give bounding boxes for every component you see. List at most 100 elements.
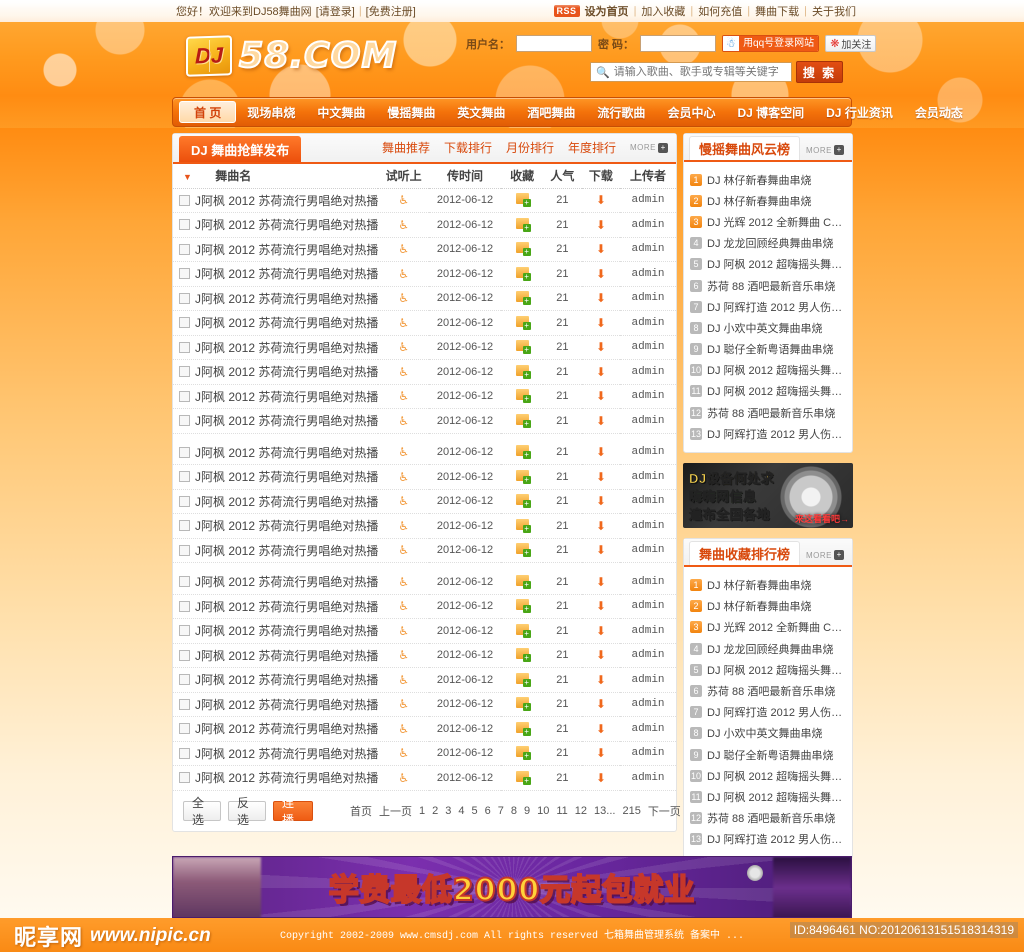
list-item[interactable]: 3 DJ 光辉 2012 全新舞曲 CLUB 串烧	[690, 617, 846, 638]
headphone-icon[interactable]: ♿	[398, 267, 409, 281]
favorite-cell[interactable]	[501, 716, 544, 742]
download-arrow-icon[interactable]: ⬇	[596, 624, 606, 638]
table-row[interactable]: J阿枫 2012 苏荷流行男唱绝对热播 ♿ 2012-06-12 21 ⬇ admin	[173, 408, 676, 434]
preview-cell[interactable]: ♿	[378, 310, 429, 336]
download-arrow-icon[interactable]: ⬇	[596, 575, 606, 589]
table-row[interactable]: J阿枫 2012 苏荷流行男唱绝对热播 ♿ 2012-06-12 21 ⬇ admin	[173, 716, 676, 742]
download-cell[interactable]: ⬇	[581, 212, 621, 238]
preview-cell[interactable]: ♿	[378, 692, 429, 717]
list-item[interactable]: 9 DJ 聪仔全新粤语舞曲串烧	[690, 744, 846, 765]
row-checkbox[interactable]	[179, 625, 190, 637]
preview-cell[interactable]: ♿	[378, 618, 429, 644]
preview-cell[interactable]: ♿	[378, 765, 429, 791]
preview-cell[interactable]: ♿	[378, 464, 429, 490]
pager-item[interactable]: 215	[622, 805, 640, 817]
nav-item-dj-blog[interactable]: DJ 博客空间	[726, 101, 815, 123]
table-row[interactable]: J阿枫 2012 苏荷流行男唱绝对热播 ♿ 2012-06-12 21 ⬇ admin	[173, 359, 676, 385]
col-download[interactable]: 下载	[581, 164, 621, 189]
headphone-icon[interactable]: ♿	[398, 218, 409, 232]
col-uploader[interactable]: 上传者	[620, 164, 676, 189]
song-name-cell[interactable]: J阿枫 2012 苏荷流行男唱绝对热播	[173, 286, 379, 311]
add-favorite-icon[interactable]	[515, 413, 531, 428]
download-arrow-icon[interactable]: ⬇	[596, 340, 606, 354]
pager-item[interactable]: 3	[445, 805, 451, 817]
download-cell[interactable]: ⬇	[581, 538, 621, 563]
pager-item[interactable]: 1	[419, 805, 425, 817]
list-item[interactable]: 8 DJ 小欢中英文舞曲串烧	[690, 317, 846, 338]
row-checkbox[interactable]	[179, 576, 190, 587]
download-cell[interactable]: ⬇	[581, 741, 621, 766]
table-row[interactable]: J阿枫 2012 苏荷流行男唱绝对热播 ♿ 2012-06-12 21 ⬇ admin	[173, 335, 676, 360]
headphone-icon[interactable]: ♿	[398, 494, 409, 508]
pager-item[interactable]: 8	[511, 805, 517, 817]
rank-more-button-2[interactable]: MORE +	[806, 550, 844, 565]
list-item[interactable]: 12 苏荷 88 酒吧最新音乐串烧	[690, 402, 846, 423]
download-arrow-icon[interactable]: ⬇	[596, 316, 606, 330]
list-item[interactable]: 10 DJ 阿枫 2012 超嗨摇头舞曲串烧	[690, 360, 846, 381]
add-favorite-icon[interactable]	[515, 494, 531, 509]
add-favorite-icon[interactable]	[515, 518, 531, 533]
table-row[interactable]: J阿枫 2012 苏荷流行男唱绝对热播 ♿ 2012-06-12 21 ⬇ admin	[173, 188, 676, 213]
row-checkbox[interactable]	[179, 415, 190, 427]
headphone-icon[interactable]: ♿	[398, 365, 409, 379]
add-favorite-icon[interactable]	[515, 623, 531, 638]
row-checkbox[interactable]	[179, 600, 190, 612]
table-row[interactable]: J阿枫 2012 苏荷流行男唱绝对热播 ♿ 2012-06-12 21 ⬇ admin	[173, 464, 676, 490]
download-cell[interactable]: ⬇	[581, 261, 621, 287]
favorite-cell[interactable]	[501, 643, 544, 668]
preview-cell[interactable]: ♿	[378, 741, 429, 766]
table-row[interactable]: J阿枫 2012 苏荷流行男唱绝对热播 ♿ 2012-06-12 21 ⬇ admin	[173, 384, 676, 409]
song-name-cell[interactable]: J阿枫 2012 苏荷流行男唱绝对热播	[173, 667, 379, 693]
row-checkbox[interactable]	[179, 366, 190, 378]
nav-item-home[interactable]: 首 页	[179, 101, 237, 123]
song-name-cell[interactable]: J阿枫 2012 苏荷流行男唱绝对热播	[173, 716, 379, 742]
favorite-cell[interactable]	[501, 440, 544, 465]
download-cell[interactable]: ⬇	[581, 408, 621, 434]
download-arrow-icon[interactable]: ⬇	[596, 389, 606, 403]
song-name-cell[interactable]: J阿枫 2012 苏荷流行男唱绝对热播	[173, 741, 379, 766]
search-button[interactable]: 搜 索	[796, 61, 843, 83]
download-cell[interactable]: ⬇	[581, 643, 621, 668]
song-name-cell[interactable]: J阿枫 2012 苏荷流行男唱绝对热播	[173, 359, 379, 385]
preview-cell[interactable]: ♿	[378, 643, 429, 668]
song-name-cell[interactable]: J阿枫 2012 苏荷流行男唱绝对热播	[173, 692, 379, 717]
list-item[interactable]: 13 DJ 阿辉打造 2012 男人伤感串烧	[690, 829, 846, 850]
song-name-cell[interactable]: J阿枫 2012 苏荷流行男唱绝对热播	[173, 310, 379, 336]
preview-cell[interactable]: ♿	[378, 538, 429, 563]
download-cell[interactable]: ⬇	[581, 237, 621, 262]
list-item[interactable]: 1 DJ 林仔新春舞曲串烧	[690, 169, 846, 190]
row-checkbox[interactable]	[179, 471, 190, 483]
table-row[interactable]: J阿枫 2012 苏荷流行男唱绝对热播 ♿ 2012-06-12 21 ⬇ admin	[173, 594, 676, 619]
download-cell[interactable]: ⬇	[581, 384, 621, 409]
add-favorite-icon[interactable]	[515, 389, 531, 404]
headphone-icon[interactable]: ♿	[398, 771, 409, 785]
song-name-cell[interactable]: J阿枫 2012 苏荷流行男唱绝对热播	[173, 212, 379, 238]
nav-item-live-mix[interactable]: 现场串烧	[236, 101, 306, 123]
favorite-cell[interactable]	[501, 359, 544, 385]
song-name-cell[interactable]: J阿枫 2012 苏荷流行男唱绝对热播	[173, 261, 379, 287]
download-cell[interactable]: ⬇	[581, 335, 621, 360]
headphone-icon[interactable]: ♿	[398, 697, 409, 711]
download-cell[interactable]: ⬇	[581, 716, 621, 742]
col-popularity[interactable]: 人气	[543, 164, 582, 189]
rank-more-button-1[interactable]: MORE +	[806, 145, 844, 160]
download-cell[interactable]: ⬇	[581, 489, 621, 514]
preview-cell[interactable]: ♿	[378, 513, 429, 539]
headphone-icon[interactable]: ♿	[398, 445, 409, 459]
preview-cell[interactable]: ♿	[378, 384, 429, 409]
preview-cell[interactable]: ♿	[378, 408, 429, 434]
preview-cell[interactable]: ♿	[378, 489, 429, 514]
song-name-cell[interactable]: J阿枫 2012 苏荷流行男唱绝对热播	[173, 440, 379, 465]
headphone-icon[interactable]: ♿	[398, 389, 409, 403]
headphone-icon[interactable]: ♿	[398, 470, 409, 484]
pager-item[interactable]: 2	[432, 805, 438, 817]
list-item[interactable]: 5 DJ 阿枫 2012 超嗨摇头舞曲串烧	[690, 659, 846, 680]
main-panel-more-button[interactable]: MORE +	[630, 142, 668, 153]
favorite-cell[interactable]	[501, 741, 544, 766]
add-favorite-icon[interactable]	[515, 193, 531, 208]
song-name-cell[interactable]: J阿枫 2012 苏荷流行男唱绝对热播	[173, 384, 379, 409]
download-arrow-icon[interactable]: ⬇	[596, 543, 606, 557]
favorite-cell[interactable]	[501, 335, 544, 360]
add-favorite-icon[interactable]	[515, 770, 531, 785]
row-checkbox[interactable]	[179, 219, 190, 231]
